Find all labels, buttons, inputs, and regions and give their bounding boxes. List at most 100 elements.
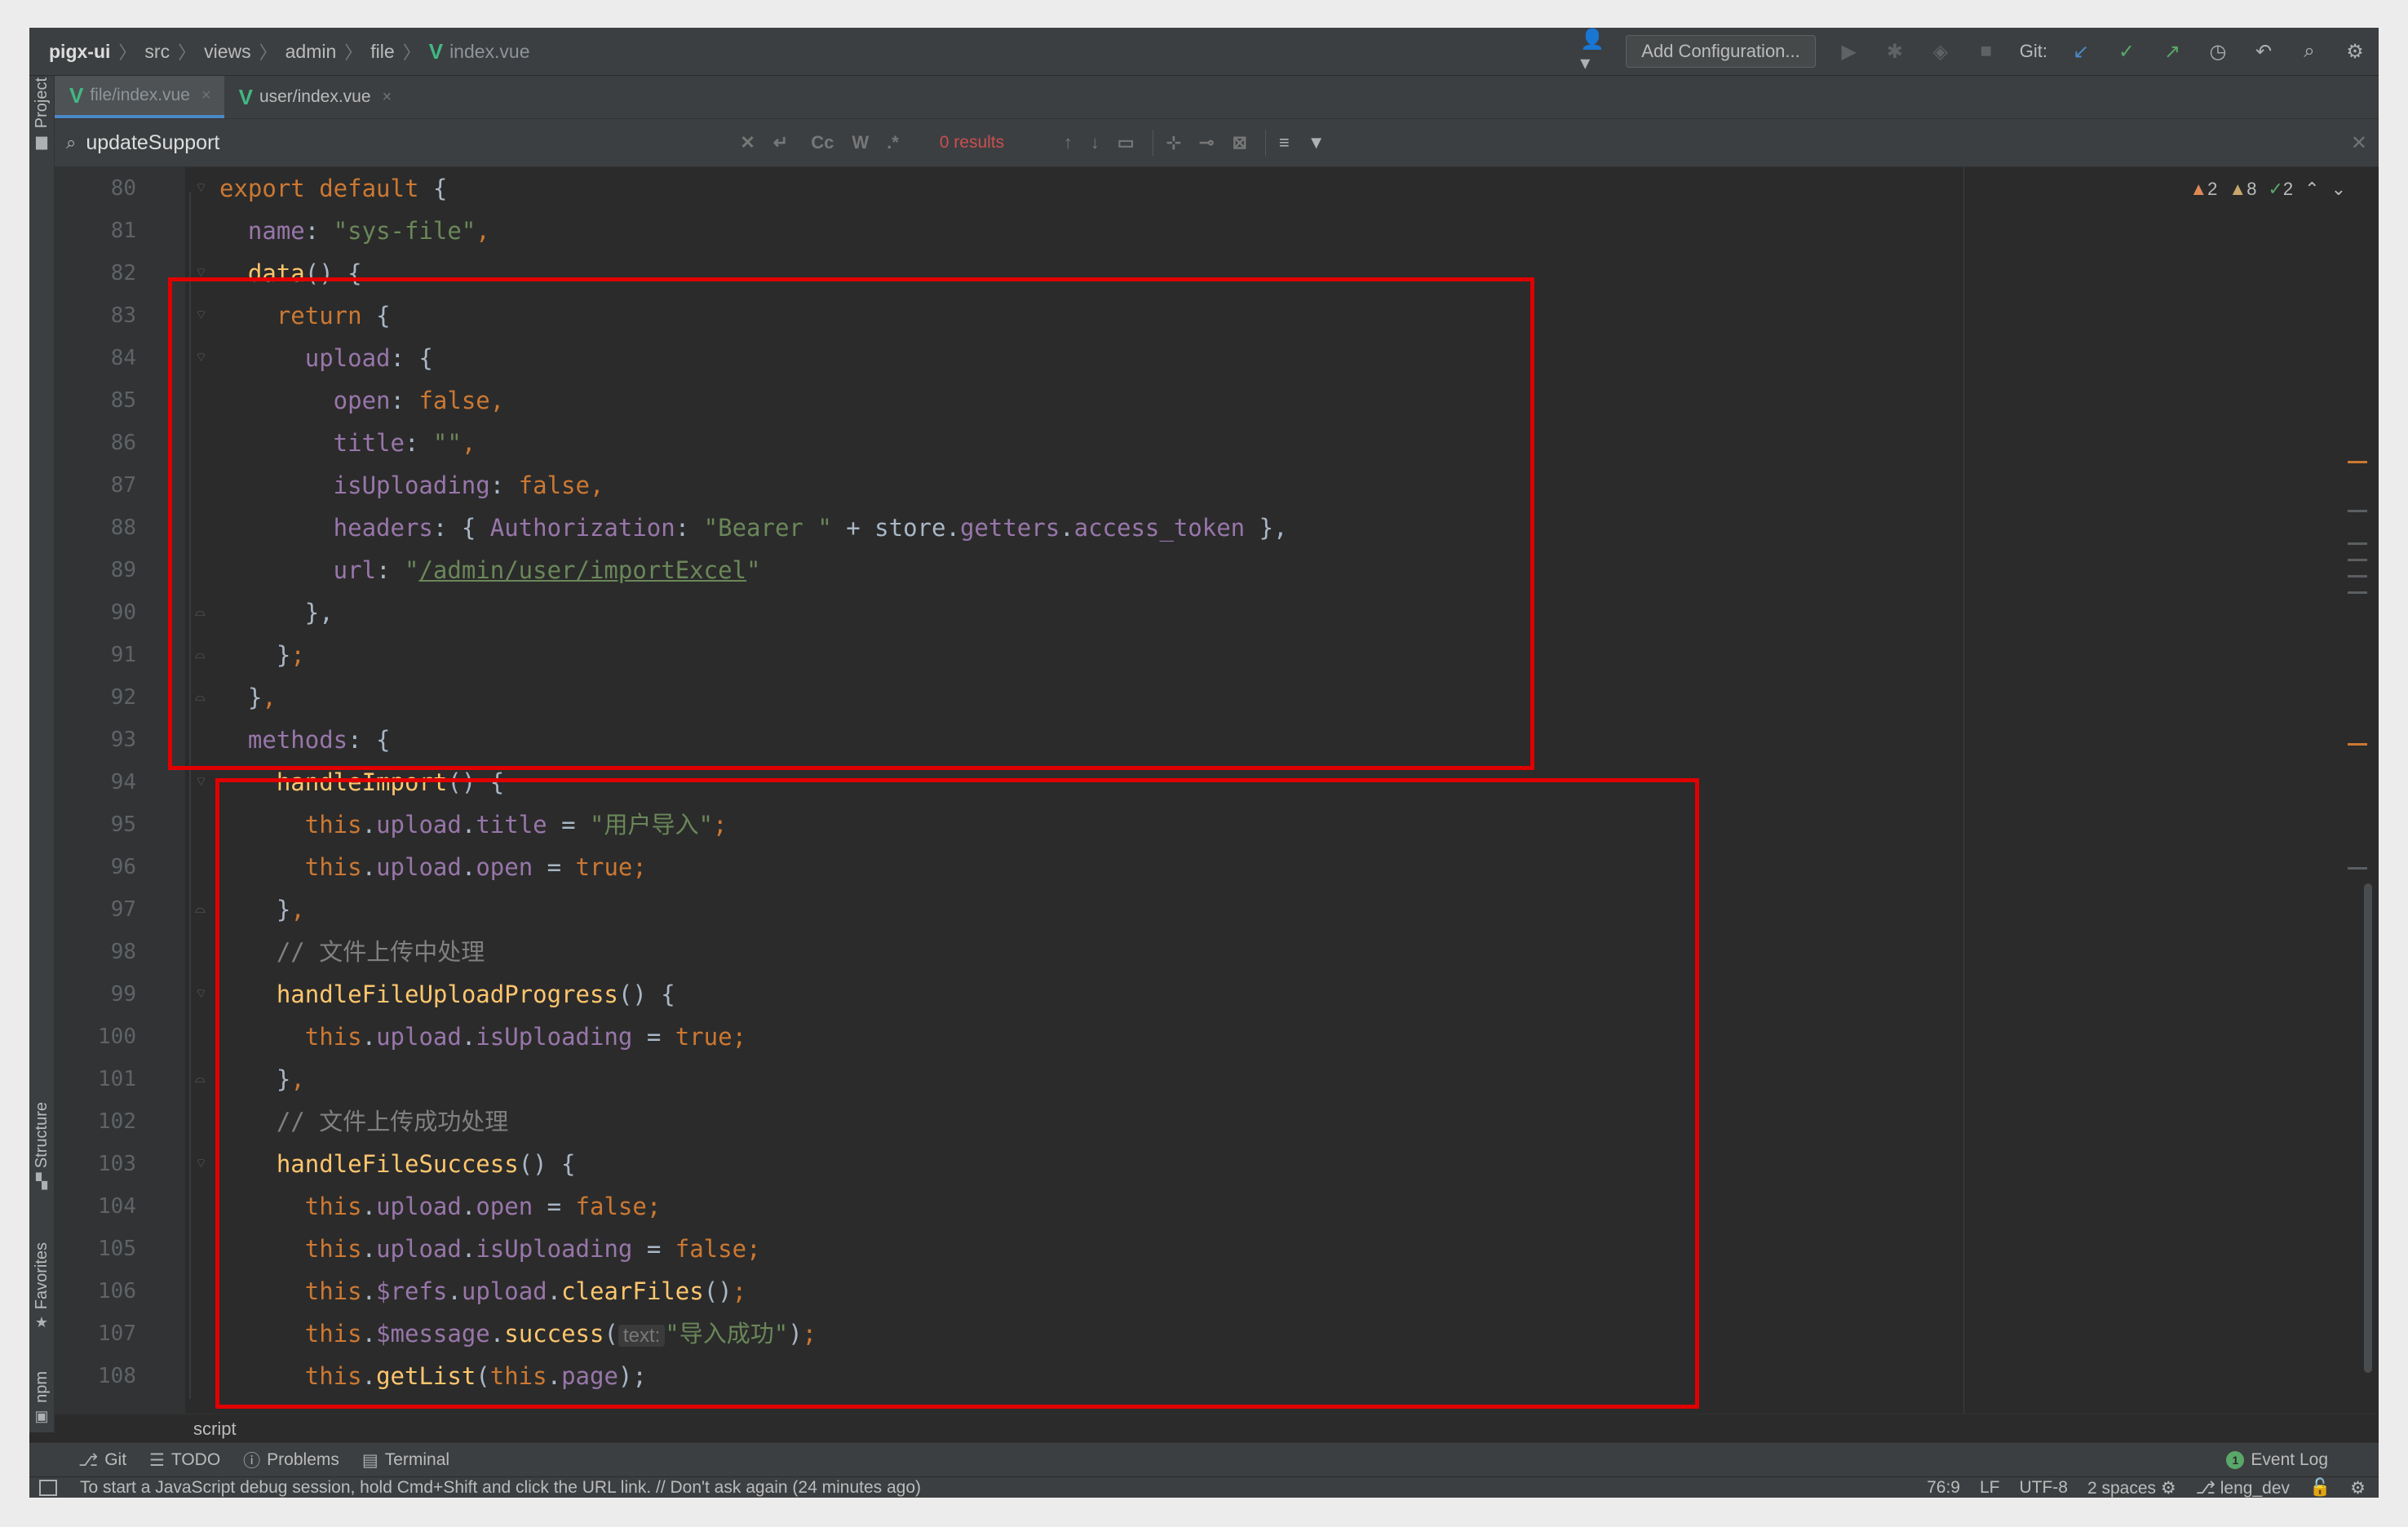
event-count-badge: 1: [2226, 1451, 2245, 1469]
error-stripe-mark[interactable]: [2348, 461, 2367, 463]
git-tool-button[interactable]: ⎇ Git: [78, 1450, 126, 1471]
line-number: 99: [110, 982, 136, 1007]
previous-highlight-icon[interactable]: ⌃: [2304, 179, 2319, 200]
add-configuration-button[interactable]: Add Configuration...: [1626, 35, 1816, 68]
toggle-tool-windows-icon[interactable]: [39, 1480, 57, 1496]
error-stripe-mark[interactable]: [2348, 867, 2367, 870]
weak-warnings-number: 8: [2246, 179, 2257, 199]
caret-position[interactable]: 76:9: [1927, 1478, 1960, 1498]
indent-label: 2 spaces: [2087, 1478, 2157, 1498]
regex-button[interactable]: .*: [887, 132, 899, 153]
line-number: 82: [110, 261, 136, 285]
fold-marker-icon[interactable]: ⌔: [195, 986, 208, 1003]
search-icon[interactable]: ⌕: [66, 132, 76, 153]
error-stripe-mark[interactable]: [2348, 743, 2367, 746]
error-stripe-mark[interactable]: [2348, 575, 2367, 578]
weak-warnings-count[interactable]: ▲8: [2229, 179, 2256, 200]
words-button[interactable]: W: [852, 132, 869, 153]
project-tool-tab[interactable]: Project ▆: [29, 77, 54, 150]
search-results-count: 0 results: [939, 133, 1005, 152]
line-number: 89: [110, 558, 136, 582]
line-separator[interactable]: LF: [1980, 1478, 2000, 1498]
search-icon[interactable]: ⌕: [2297, 39, 2322, 64]
right-margin-guide: [1963, 167, 1964, 1414]
close-icon[interactable]: ×: [201, 86, 211, 105]
fold-marker-icon[interactable]: ⌔: [195, 180, 208, 197]
coverage-icon[interactable]: ◈: [1928, 39, 1953, 64]
error-stripe-mark[interactable]: [2348, 559, 2367, 561]
editorconfig-icon: ⚙: [2160, 1478, 2176, 1498]
git-update-icon[interactable]: ↙: [2069, 39, 2093, 64]
terminal-tool-button[interactable]: ▤ Terminal: [362, 1450, 449, 1471]
add-occurrence-icon[interactable]: ⊹: [1166, 132, 1181, 153]
git-commit-icon[interactable]: ✓: [2114, 39, 2139, 64]
line-number: 108: [98, 1364, 136, 1388]
error-stripe-mark[interactable]: [2348, 542, 2367, 545]
todo-tool-button[interactable]: ☰ TODO: [149, 1450, 220, 1471]
filter-icon[interactable]: ▼: [1308, 132, 1326, 153]
breadcrumb-file[interactable]: file: [370, 41, 394, 63]
inspector-icon[interactable]: ⚙: [2350, 1478, 2366, 1498]
fold-marker-icon[interactable]: ⌔: [195, 1156, 208, 1172]
previous-occurrence-icon[interactable]: ↑: [1064, 132, 1073, 153]
favorites-tool-tab[interactable]: Favorites ★: [29, 1242, 54, 1331]
vertical-scrollbar[interactable]: [2364, 883, 2372, 1373]
file-encoding[interactable]: UTF-8: [2019, 1478, 2068, 1498]
info-icon: ⓘ: [243, 1452, 261, 1471]
breadcrumb-project[interactable]: pigx-ui: [49, 41, 110, 63]
select-all-occurrences-icon[interactable]: ⊠: [1232, 132, 1246, 153]
lock-icon[interactable]: 🔓: [2309, 1478, 2331, 1498]
code-token: export default: [219, 175, 419, 202]
debug-icon[interactable]: ✱: [1883, 39, 1907, 64]
error-stripe-mark[interactable]: [2348, 591, 2367, 594]
tool-window-bar: ⎇ Git ☰ TODO ⓘ Problems ▤ Terminal 1 Event L…: [29, 1442, 2379, 1477]
code-editor[interactable]: 80 81 82 83 84 85 86 87 88 89 90 91 92 9…: [55, 167, 2379, 1414]
stop-icon[interactable]: ■: [1974, 39, 1999, 64]
rollback-icon[interactable]: ↶: [2251, 39, 2276, 64]
highlight-box-data: [168, 277, 1534, 770]
user-account-icon[interactable]: 👤▾: [1580, 29, 1605, 74]
git-branch-widget[interactable]: ⎇ leng_dev: [2196, 1478, 2290, 1498]
warning-icon: ▲: [2189, 179, 2208, 199]
breadcrumb-admin[interactable]: admin: [286, 41, 337, 63]
structure-tool-tab[interactable]: Structure ▚: [29, 1102, 54, 1190]
filter-options-icon[interactable]: ≡: [1279, 132, 1290, 153]
problems-tool-button[interactable]: ⓘ Problems: [243, 1448, 339, 1472]
search-input[interactable]: updateSupport: [86, 131, 673, 155]
breadcrumb-src[interactable]: src: [144, 41, 170, 63]
indent-setting[interactable]: 2 spaces ⚙: [2087, 1478, 2176, 1498]
find-in-file-icon[interactable]: ▭: [1118, 132, 1135, 153]
tab-user-index-vue[interactable]: V user/index.vue ×: [224, 76, 405, 118]
status-message[interactable]: To start a JavaScript debug session, hol…: [80, 1478, 921, 1498]
breadcrumb-current-file[interactable]: index.vue: [449, 41, 529, 63]
remove-occurrence-icon[interactable]: ⊸: [1199, 132, 1214, 153]
npm-tool-tab[interactable]: npm ▣: [29, 1371, 54, 1425]
error-stripe-mark[interactable]: [2348, 510, 2367, 512]
run-icon[interactable]: ▶: [1837, 39, 1861, 64]
fold-marker-icon[interactable]: ⌓: [195, 1071, 208, 1087]
inspection-widget[interactable]: ▲2 ▲8 ✓2 ⌃ ⌄: [2189, 179, 2346, 200]
tab-file-index-vue[interactable]: V file/index.vue ×: [55, 76, 224, 118]
breadcrumb-views[interactable]: views: [204, 41, 251, 63]
new-line-icon[interactable]: ↵: [773, 132, 788, 153]
history-icon[interactable]: ◷: [2206, 39, 2230, 64]
match-case-button[interactable]: Cc: [811, 132, 834, 153]
settings-gear-icon[interactable]: ⚙: [2343, 39, 2367, 64]
warnings-count[interactable]: ▲2: [2189, 179, 2217, 200]
close-find-bar-icon[interactable]: ✕: [2351, 131, 2367, 155]
line-number: 87: [110, 473, 136, 498]
next-occurrence-icon[interactable]: ↓: [1091, 132, 1100, 153]
chevron-right-icon: 〉: [344, 42, 363, 63]
typos-count[interactable]: ✓2: [2268, 179, 2293, 200]
breadcrumb-script[interactable]: script: [193, 1419, 237, 1440]
code-line: export default {: [219, 167, 447, 210]
git-push-icon[interactable]: ↗: [2160, 39, 2184, 64]
event-log-button[interactable]: 1 Event Log: [2226, 1450, 2328, 1470]
clear-search-icon[interactable]: ✕: [740, 132, 755, 153]
next-highlight-icon[interactable]: ⌄: [2331, 179, 2346, 200]
fold-marker-icon[interactable]: ⌓: [195, 901, 208, 918]
fold-marker-icon[interactable]: ⌔: [195, 774, 208, 790]
close-icon[interactable]: ×: [383, 88, 392, 107]
chevron-right-icon: 〉: [259, 42, 277, 63]
breadcrumb: pigx-ui 〉 src 〉 views 〉 admin 〉 file 〉 V…: [49, 38, 530, 64]
